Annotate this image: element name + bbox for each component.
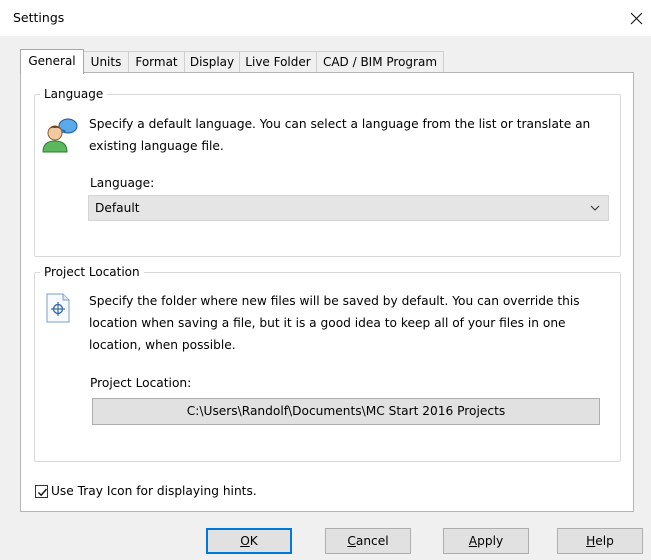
language-group: Language Specify a default language. You… [34, 86, 621, 257]
project-location-path-button[interactable]: C:\Users\Randolf\Documents\MC Start 2016… [92, 398, 600, 425]
cancel-mnemonic: C [347, 534, 356, 548]
tray-icon-checkbox[interactable] [35, 484, 48, 498]
user-speech-icon [42, 118, 78, 153]
tab-units[interactable]: Units [83, 51, 129, 73]
language-select[interactable]: Default [88, 195, 609, 221]
ok-button[interactable]: OK [206, 528, 292, 554]
close-icon [630, 12, 642, 24]
help-button[interactable]: Help [557, 528, 643, 554]
chevron-down-icon [590, 205, 600, 211]
tray-icon-label: Use Tray Icon for displaying hints. [51, 484, 257, 498]
language-description: Specify a default language. You can sele… [89, 117, 591, 153]
checkmark-icon [38, 488, 48, 496]
language-group-title: Language [40, 86, 108, 102]
apply-mnemonic: A [468, 534, 478, 548]
folder-location-icon [46, 293, 70, 323]
window-title: Settings [13, 10, 65, 25]
project-location-description: Specify the folder where new files will … [89, 294, 580, 352]
tray-icon-option[interactable]: Use Tray Icon for displaying hints. [35, 484, 257, 498]
title-bar: Settings [0, 0, 651, 36]
apply-label-rest: pply [477, 534, 504, 548]
tab-live-folder[interactable]: Live Folder [239, 51, 317, 73]
project-location-group-title: Project Location [40, 264, 144, 280]
language-selected-value: Default [95, 201, 140, 215]
ok-mnemonic: O [240, 534, 250, 548]
cancel-label-rest: ancel [355, 534, 389, 548]
ok-label-rest: K [249, 534, 258, 548]
close-button[interactable] [621, 0, 651, 36]
tab-general[interactable]: General [20, 49, 84, 74]
language-field-label: Language: [90, 176, 155, 190]
help-label-rest: elp [595, 534, 614, 548]
general-tab-panel: Language Specify a default language. You… [20, 72, 634, 512]
help-mnemonic: H [586, 534, 596, 548]
tab-display[interactable]: Display [184, 51, 240, 73]
tab-format[interactable]: Format [128, 51, 185, 73]
tab-cad-bim-program[interactable]: CAD / BIM Program [316, 51, 444, 73]
apply-button[interactable]: Apply [443, 528, 529, 554]
cancel-button[interactable]: Cancel [325, 528, 411, 554]
project-location-field-label: Project Location: [90, 376, 192, 390]
project-location-group: Project Location Specify the folder wher… [34, 264, 621, 462]
